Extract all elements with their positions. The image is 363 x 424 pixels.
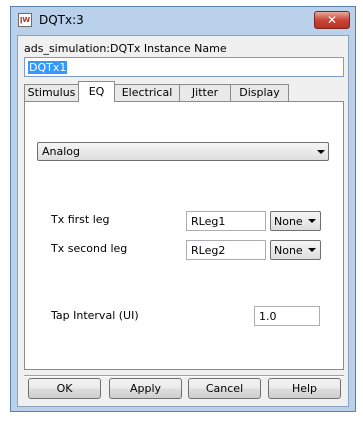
tab-stimulus[interactable]: Stimulus [24, 84, 79, 101]
ok-button[interactable]: OK [28, 378, 101, 399]
tx-second-leg-unit: None [274, 244, 303, 257]
tab-electrical[interactable]: Electrical [114, 84, 180, 101]
help-button[interactable]: Help [268, 378, 341, 399]
app-icon: ǀW [18, 13, 32, 27]
tx-second-leg-input[interactable]: RLeg2 [186, 240, 266, 260]
tap-interval-label: Tap Interval (UI) [51, 309, 139, 322]
tx-first-leg-unit-select[interactable]: None [270, 211, 321, 231]
chevron-down-icon [308, 219, 316, 223]
tx-second-leg-label: Tx second leg [51, 242, 128, 255]
separator [24, 375, 344, 377]
window-title: DQTx:3 [39, 13, 84, 27]
instance-name-input[interactable]: DQTx1 [24, 57, 344, 77]
tab-eq[interactable]: EQ [78, 81, 115, 102]
tx-first-leg-unit: None [274, 215, 303, 228]
title-bar[interactable]: ǀW DQTx:3 ✕ [11, 7, 355, 33]
eq-mode-select[interactable]: Analog [37, 142, 329, 161]
dialog-window: ǀW DQTx:3 ✕ ads_simulation:DQTx Instance… [10, 6, 356, 412]
tx-second-leg-unit-select[interactable]: None [270, 240, 321, 260]
apply-button[interactable]: Apply [109, 378, 182, 399]
tx-first-leg-label: Tx first leg [51, 213, 110, 226]
dialog-body: ads_simulation:DQTx Instance Name DQTx1 … [17, 35, 349, 407]
chevron-down-icon [308, 248, 316, 252]
tap-interval-value: 1.0 [259, 310, 277, 323]
eq-tab-panel: Analog Tx first leg RLeg1 None Tx second… [24, 101, 344, 370]
instance-name-value: DQTx1 [28, 61, 68, 74]
tx-second-leg-value: RLeg2 [191, 244, 226, 257]
tx-first-leg-value: RLeg1 [191, 215, 226, 228]
close-button[interactable]: ✕ [314, 11, 350, 29]
cancel-button[interactable]: Cancel [188, 378, 261, 399]
close-icon: ✕ [326, 13, 338, 27]
tap-interval-input[interactable]: 1.0 [254, 306, 320, 326]
tx-first-leg-input[interactable]: RLeg1 [186, 211, 266, 231]
eq-mode-value: Analog [42, 145, 81, 158]
tab-display[interactable]: Display [230, 84, 289, 101]
chevron-down-icon [317, 150, 325, 154]
tab-jitter[interactable]: Jitter [179, 84, 231, 101]
instance-name-label: ads_simulation:DQTx Instance Name [24, 42, 227, 55]
